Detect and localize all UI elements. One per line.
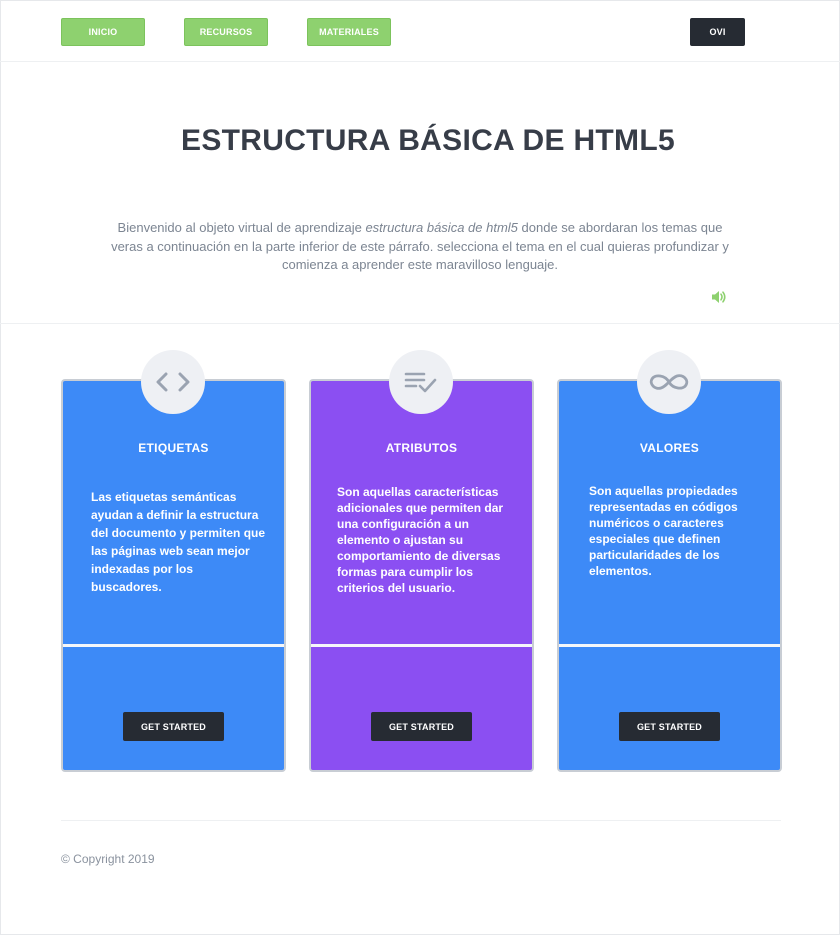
card-title: VALORES <box>639 441 700 455</box>
nav-recursos-button[interactable]: RECURSOS <box>184 18 268 46</box>
card-atributos: ATRIBUTOS Son aquellas características a… <box>309 350 534 772</box>
get-started-button[interactable]: GET STARTED <box>123 712 224 741</box>
top-navbar: INICIO RECURSOS MATERIALES OVI <box>0 0 840 62</box>
card-divider <box>63 644 284 647</box>
nav-materiales-button[interactable]: MATERIALES <box>307 18 391 46</box>
ovi-button[interactable]: OVI <box>690 18 745 46</box>
checklist-icon <box>389 350 453 414</box>
code-icon <box>141 350 205 414</box>
card-title: ETIQUETAS <box>138 441 209 455</box>
hero-divider <box>0 323 840 324</box>
card-description: Son aquellas propiedades representadas e… <box>589 484 738 578</box>
page-title: ESTRUCTURA BÁSICA DE HTML5 <box>181 124 675 157</box>
speaker-icon[interactable] <box>711 289 727 305</box>
footer-divider <box>61 820 781 821</box>
intro-text-start: Bienvenido al objeto virtual de aprendiz… <box>117 220 366 235</box>
card-etiquetas: ETIQUETAS Las etiquetas semánticas ayuda… <box>61 350 286 772</box>
card-title: ATRIBUTOS <box>385 441 458 455</box>
get-started-button[interactable]: GET STARTED <box>619 712 720 741</box>
nav-inicio-button[interactable]: INICIO <box>61 18 145 46</box>
card-description: Las etiquetas semánticas ayudan a defini… <box>91 490 266 594</box>
intro-paragraph: Bienvenido al objeto virtual de aprendiz… <box>110 219 730 275</box>
card-divider <box>559 644 780 647</box>
intro-emphasis: estructura básica de html5 <box>365 220 518 235</box>
card-description: Son aquellas características adicionales… <box>337 485 504 595</box>
card-divider <box>311 644 532 647</box>
copyright-text: © Copyright 2019 <box>61 852 155 866</box>
infinity-icon <box>637 350 701 414</box>
get-started-button[interactable]: GET STARTED <box>371 712 472 741</box>
card-valores: VALORES Son aquellas propiedades represe… <box>557 350 782 772</box>
